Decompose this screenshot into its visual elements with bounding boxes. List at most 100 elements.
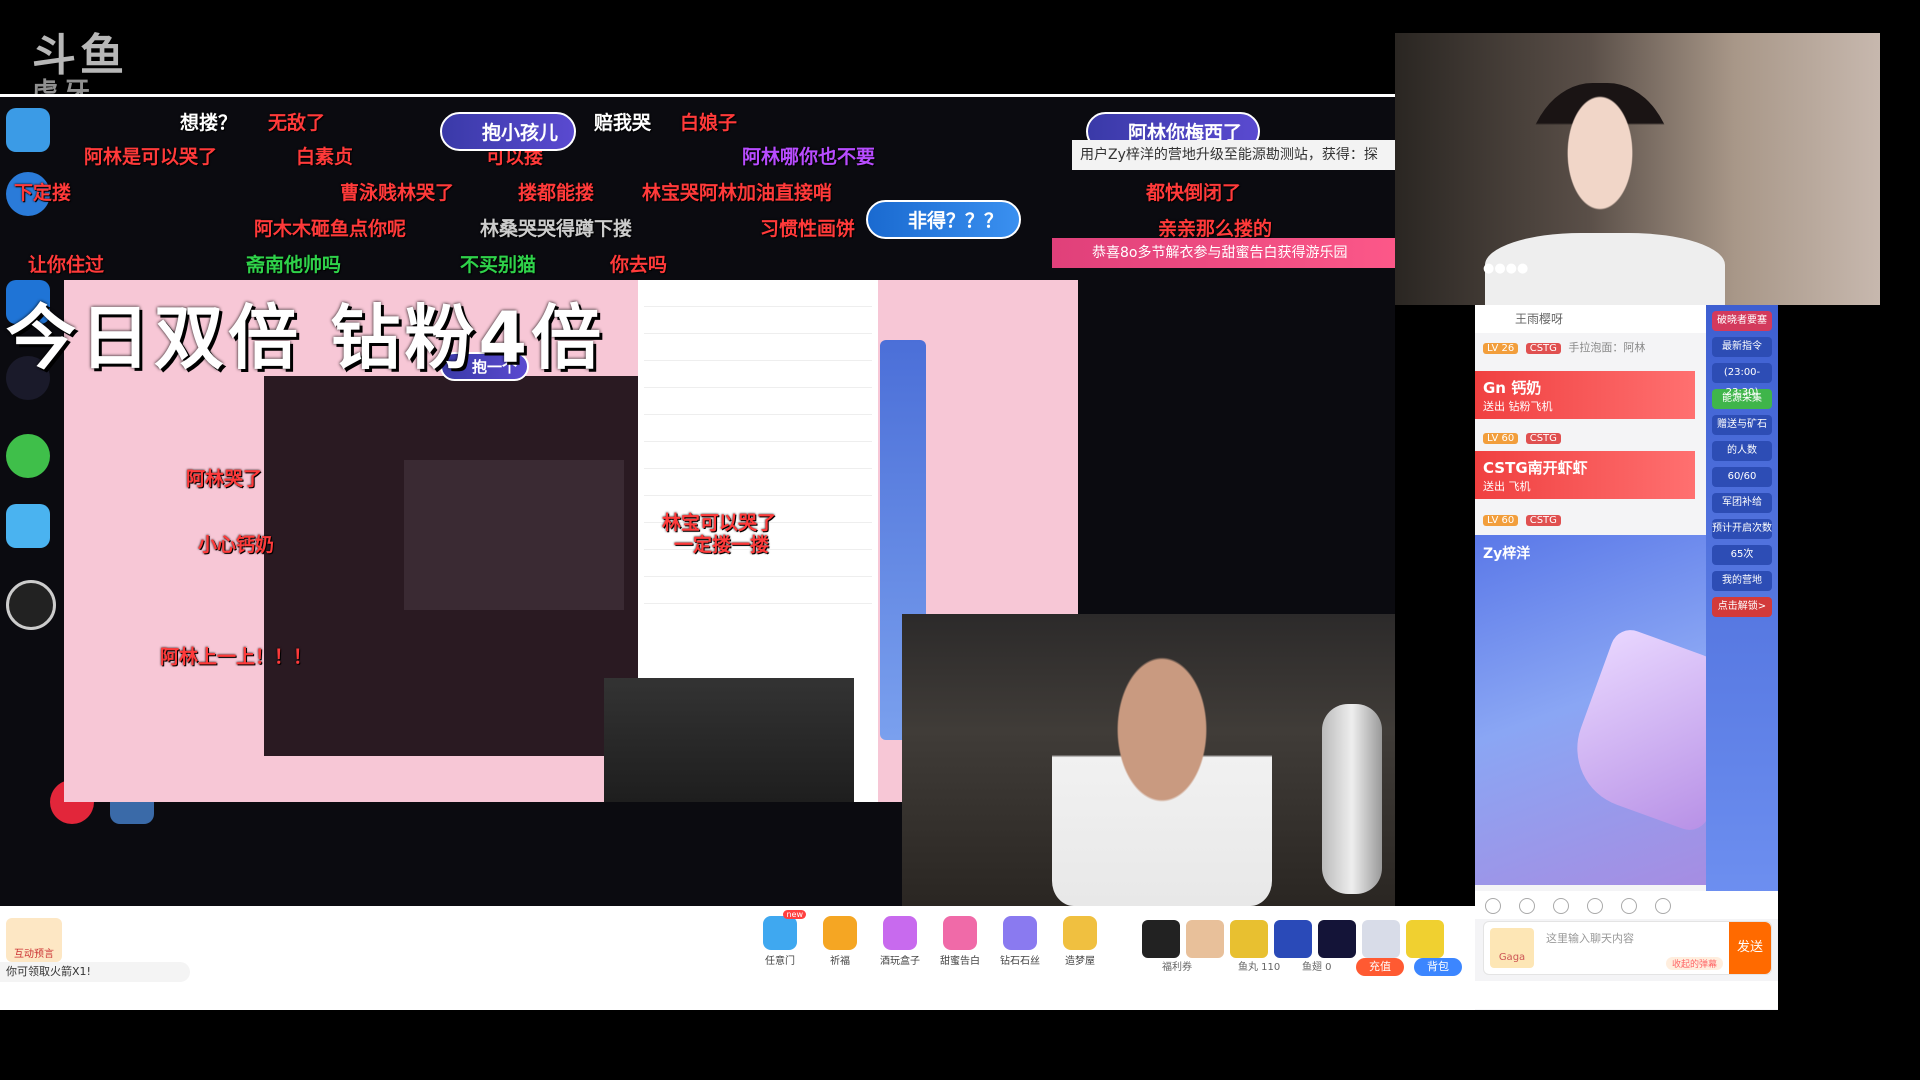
game-entry[interactable]: 甜蜜告白	[934, 916, 986, 970]
side-label: 65次	[1712, 545, 1772, 565]
danmaku-pill: 非得？？？	[866, 200, 1022, 239]
game-entry-label: 钻石石丝	[1000, 956, 1040, 967]
danmaku-item: 阿林哪你也不要	[742, 146, 876, 168]
welfare-link[interactable]: 福利券	[1162, 958, 1192, 973]
danmaku-item: 下定搂	[14, 182, 72, 204]
interact-predict-button[interactable]: 互动预言	[6, 918, 62, 962]
gift-rocket-icon[interactable]	[1274, 920, 1312, 958]
side-button[interactable]: 能源采集	[1712, 389, 1772, 409]
desktop-app-icon	[6, 108, 50, 152]
emoji-icon[interactable]	[1485, 898, 1501, 914]
danmaku-item: 亲亲那么搂的	[1158, 218, 1273, 240]
side-label: 的人数	[1712, 441, 1772, 461]
bag-button[interactable]: 背包	[1414, 958, 1462, 976]
game-entry-label: 甜蜜告白	[940, 956, 980, 967]
gift-sender: Gn 钙奶	[1483, 379, 1542, 397]
bottom-bar: 互动预言 你可领取火箭X1! 任意门 new 祈福 酒玩盒子 甜蜜告白 钻石石丝…	[0, 906, 1475, 1010]
megaphone-icon[interactable]	[1519, 898, 1536, 914]
side-label: 最新指令	[1712, 337, 1772, 357]
danmaku-item: 斋南他帅吗	[246, 254, 342, 276]
danmaku-item: 无敌了	[268, 112, 326, 134]
streamer-camera	[902, 614, 1395, 906]
streamer-figure	[1052, 654, 1272, 906]
danmaku-item: 阿林哭了	[186, 468, 263, 490]
side-label: (23:00-23:30)	[1712, 363, 1772, 398]
fold-danmaku-button[interactable]: 收起的弹幕	[1665, 957, 1723, 970]
gift-notice: CSTG南开虾虾 送出 飞机	[1475, 451, 1695, 499]
gift-figure-icon[interactable]	[1186, 920, 1224, 958]
danmaku-item: 阿木木砸鱼点你呢	[254, 218, 407, 240]
app-ring-icon	[6, 580, 56, 630]
gift-ticket-icon[interactable]	[1406, 920, 1444, 958]
celebration-banner: 恭喜8o多节解衣参与甜蜜告白获得游乐园	[1052, 238, 1432, 268]
gift-notice: Gn 钙奶 送出 钻粉飞机	[1475, 371, 1695, 419]
door-icon	[763, 916, 797, 950]
danmaku-item: 阿林是可以哭了	[84, 146, 218, 168]
level-badge: LV 60	[1483, 515, 1519, 526]
game-entry-label: 任意门	[765, 956, 795, 967]
grid-icon[interactable]	[1587, 898, 1604, 914]
upgrade-banner: 用户Zy梓洋的营地升级至能源勘测站，获得：探	[1072, 140, 1400, 170]
diamond-icon	[1003, 916, 1037, 950]
event-side-panel[interactable]: 破晓者要塞 最新指令 (23:00-23:30) 能源采集 赠送与矿石 的人数 …	[1706, 305, 1778, 895]
game-entry[interactable]: 任意门 new	[754, 910, 806, 970]
danmaku-item: 林桑哭哭得蹲下搂	[480, 218, 633, 240]
camp-user-name: Zy梓洋	[1483, 546, 1531, 562]
gift-plane-icon[interactable]	[1230, 920, 1268, 958]
chat-message: 手拉泡面：阿林	[1568, 341, 1646, 354]
side-label: 赠送与矿石	[1712, 415, 1772, 435]
danmaku-item: 想搂？	[180, 112, 238, 134]
host-webcam: ●●●●	[1395, 33, 1880, 305]
settings-icon[interactable]	[1655, 898, 1672, 914]
gift-sender: CSTG南开虾虾	[1483, 459, 1588, 477]
side-button[interactable]: 破晓者要塞	[1712, 311, 1772, 331]
chat-head-user: 王雨樱呀	[1515, 312, 1564, 326]
game-entry[interactable]: 祈福	[814, 916, 866, 970]
wechat-icon	[6, 434, 50, 478]
danmaku-item: 林宝可以哭了	[662, 512, 777, 534]
level-badge: LV 26	[1483, 343, 1519, 354]
gift-desc: 送出 钻粉飞机	[1483, 400, 1553, 413]
rocket-notice[interactable]: 你可领取火箭X1!	[0, 962, 190, 982]
fan-badge: CSTG	[1525, 433, 1561, 444]
heart-icon	[943, 916, 977, 950]
fan-medal[interactable]: Gaga	[1490, 928, 1534, 968]
game-entry[interactable]: 钻石石丝	[994, 916, 1046, 970]
chat-line: LV 60 CSTG	[1483, 513, 1565, 526]
chat-input-area: Gaga 这里输入聊天内容 收起的弹幕 发送	[1483, 921, 1772, 975]
danmaku-item: 习惯性画饼	[760, 218, 856, 240]
gift-space-icon[interactable]	[1318, 920, 1356, 958]
chat-line: LV 60 CSTG	[1483, 431, 1565, 444]
danmaku-pill: 抱小孩儿	[440, 112, 577, 151]
fan-badge: CSTG	[1525, 343, 1561, 354]
side-button[interactable]: 我的营地	[1712, 571, 1772, 591]
side-button[interactable]: 点击解锁>	[1712, 597, 1772, 617]
game-entry[interactable]: 酒玩盒子	[874, 916, 926, 970]
chat-footer	[1475, 981, 1778, 1009]
crown-icon[interactable]	[1553, 898, 1570, 914]
dream-house-icon	[1063, 916, 1097, 950]
fishball-count: 鱼丸 110	[1238, 962, 1281, 973]
charge-button[interactable]: 充值	[1356, 958, 1404, 976]
danmaku-item: 林宝哭阿林加油直接哨	[642, 182, 833, 204]
side-label: 60/60	[1712, 467, 1772, 487]
side-button[interactable]: 军团补给	[1712, 493, 1772, 513]
chat-toolbar	[1475, 891, 1778, 919]
chat-line: LV 26 CSTG 手拉泡面：阿林	[1483, 339, 1645, 355]
new-badge: new	[783, 910, 806, 919]
send-button[interactable]: 发送	[1729, 922, 1771, 974]
level-badge: LV 60	[1483, 433, 1519, 444]
side-label: 预计开启次数	[1712, 519, 1772, 539]
gift-box-icon[interactable]	[1621, 898, 1638, 914]
chat-input[interactable]: 这里输入聊天内容	[1546, 930, 1634, 946]
gift-jet-icon[interactable]	[1362, 920, 1400, 958]
captured-stream-mini-inner	[404, 460, 624, 610]
computer-icon	[6, 504, 50, 548]
danmaku-item: 让你住过	[28, 254, 105, 276]
webcam-dots: ●●●●	[1483, 261, 1529, 276]
fishwing-count: 鱼翅 0	[1302, 962, 1332, 973]
box-icon	[883, 916, 917, 950]
promo-overlay-text: 今日双倍 钻粉4倍	[6, 297, 606, 379]
gift-camera-icon[interactable]	[1142, 920, 1180, 958]
game-entry[interactable]: 造梦屋	[1054, 916, 1106, 970]
